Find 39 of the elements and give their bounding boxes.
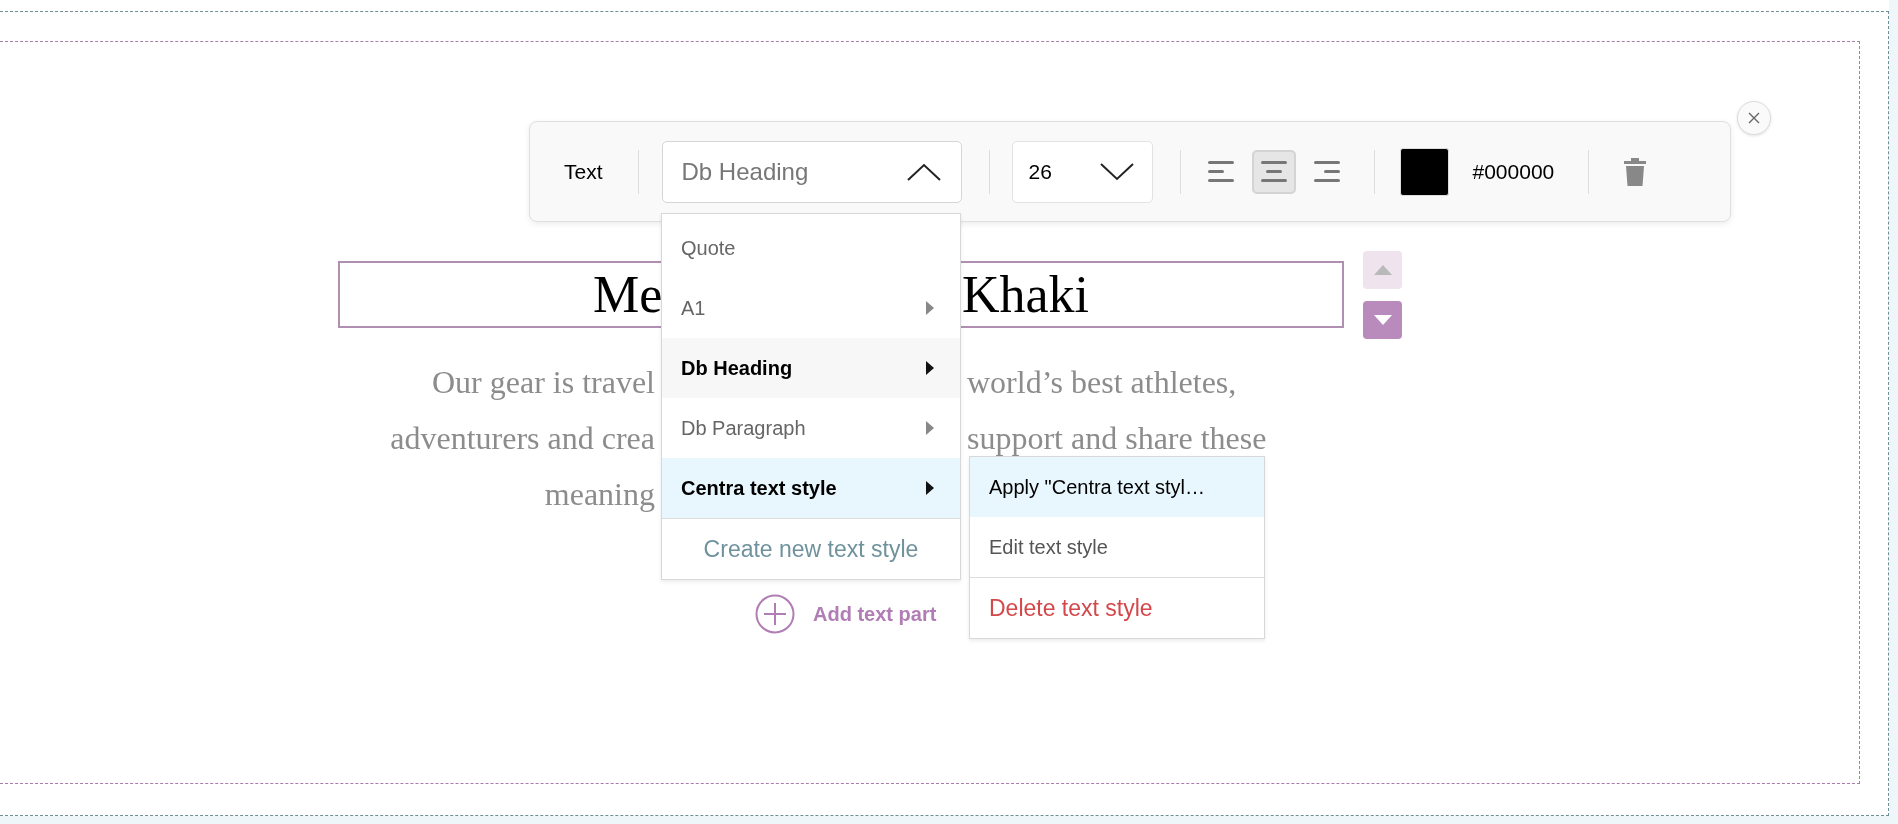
align-right-icon	[1313, 160, 1340, 183]
plus-circle-icon	[755, 594, 795, 634]
align-center-button[interactable]	[1251, 149, 1296, 194]
submenu-arrow-icon	[926, 481, 934, 495]
paragraph-text: meaning	[544, 476, 655, 512]
style-menu-item[interactable]: Db Paragraph	[662, 398, 960, 458]
style-menu-item[interactable]: Quote	[662, 218, 960, 278]
submenu-arrow-icon	[926, 301, 934, 315]
create-style-button[interactable]: Create new text style	[662, 519, 960, 579]
submenu-item[interactable]: Apply "Centra text styl…	[970, 457, 1264, 517]
submenu-item[interactable]: Edit text style	[970, 517, 1264, 577]
font-size-select[interactable]: 26	[1011, 140, 1153, 203]
align-center-icon	[1260, 160, 1287, 183]
style-select[interactable]: Db Heading	[661, 140, 962, 203]
paragraph-text: adventurers and crea	[390, 420, 655, 456]
submenu-item[interactable]: Delete text style	[970, 578, 1264, 638]
close-icon	[1748, 112, 1760, 124]
paragraph-text: support and share these	[967, 420, 1267, 456]
submenu-arrow-icon	[926, 361, 934, 375]
submenu-arrow-icon	[926, 421, 934, 435]
color-swatch[interactable]	[1399, 147, 1449, 196]
style-menu-item[interactable]: Db Heading	[662, 338, 960, 398]
paragraph-text: world’s best athletes,	[967, 364, 1237, 400]
heading-text: Khaki	[961, 268, 1089, 321]
move-down-button[interactable]	[1363, 301, 1402, 339]
color-hex-text: #000000	[1472, 158, 1555, 185]
delete-button[interactable]	[1624, 157, 1647, 186]
triangle-down-icon	[1373, 315, 1392, 325]
align-left-icon	[1207, 160, 1234, 183]
paragraph-text: Our gear is travel	[432, 364, 655, 400]
heading-text: Me	[593, 268, 663, 321]
toolbar-label: Text	[564, 158, 603, 185]
trash-icon	[1624, 157, 1647, 186]
triangle-up-icon	[1373, 265, 1392, 275]
style-menu-item[interactable]: A1	[662, 278, 960, 338]
chevron-down-icon	[1099, 162, 1134, 181]
add-text-part-button[interactable]: Add text part	[755, 594, 937, 634]
style-menu-item[interactable]: Centra text style	[662, 458, 960, 518]
chevron-up-icon	[906, 162, 941, 181]
